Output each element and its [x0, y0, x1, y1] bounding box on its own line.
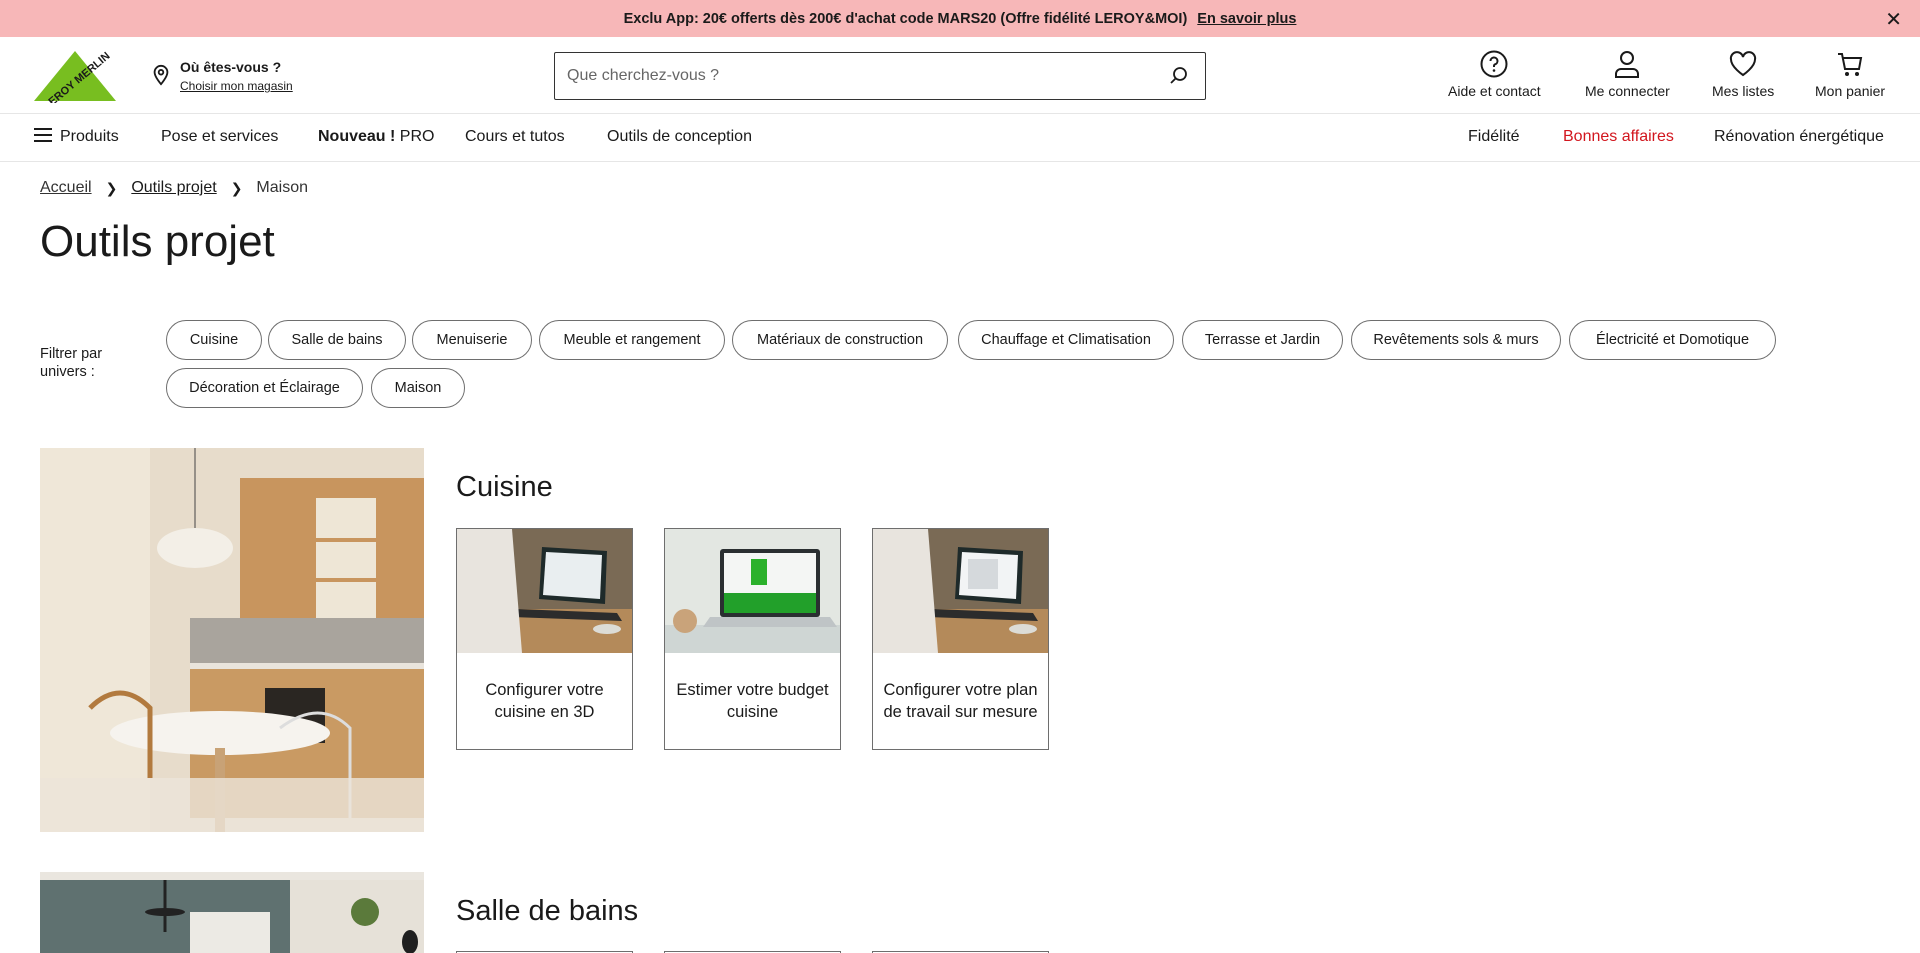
- tool-card-kitchen-3d[interactable]: Configurer votre cuisine en 3D: [456, 528, 633, 750]
- nav-pro-label: PRO: [399, 128, 435, 145]
- tool-card-kitchen-budget[interactable]: Estimer votre budget cuisine: [664, 528, 841, 750]
- filter-chip-chauffage[interactable]: Chauffage et Climatisation: [958, 320, 1174, 360]
- chevron-right-icon: ❯: [230, 179, 243, 196]
- leroy-merlin-logo[interactable]: LEROY MERLIN: [32, 49, 118, 103]
- card-label: Configurer votre cuisine en 3D: [485, 681, 604, 721]
- close-icon[interactable]: ✕: [1885, 7, 1902, 32]
- filter-chip-maison[interactable]: Maison: [371, 368, 465, 408]
- card-label: Estimer votre budget cuisine: [676, 681, 829, 721]
- filter-chip-menuiserie[interactable]: Menuiserie: [412, 320, 532, 360]
- tool-card-worktop[interactable]: Configurer votre plan de travail sur mes…: [872, 528, 1049, 750]
- filter-chip-materiaux[interactable]: Matériaux de construction: [732, 320, 948, 360]
- breadcrumb-current: Maison: [256, 179, 308, 196]
- section-title-salle-de-bains: Salle de bains: [456, 895, 639, 927]
- nav-loyalty[interactable]: Fidélité: [1468, 128, 1520, 146]
- store-selector[interactable]: Où êtes-vous ? Choisir mon magasin: [150, 59, 293, 93]
- help-icon: [1480, 50, 1508, 78]
- user-icon: [1615, 51, 1640, 78]
- bathroom-section-image: [40, 872, 424, 953]
- page-title: Outils projet: [40, 217, 275, 266]
- nav-deals[interactable]: Bonnes affaires: [1563, 128, 1674, 146]
- filter-chip-terrasse-jardin[interactable]: Terrasse et Jardin: [1182, 320, 1343, 360]
- filter-chip-decoration[interactable]: Décoration et Éclairage: [166, 368, 363, 408]
- choose-store-link[interactable]: Choisir mon magasin: [180, 79, 293, 93]
- cart-label: Mon panier: [1815, 83, 1886, 99]
- filter-chip-salle-de-bains[interactable]: Salle de bains: [268, 320, 406, 360]
- search-bar[interactable]: [554, 52, 1206, 100]
- login-label: Me connecter: [1585, 83, 1670, 99]
- cart-button[interactable]: Mon panier: [1815, 49, 1885, 99]
- breadcrumb-home[interactable]: Accueil: [40, 179, 92, 197]
- nav-design-tools[interactable]: Outils de conception: [607, 128, 752, 146]
- kitchen-section-image: [40, 448, 424, 832]
- promo-text: Exclu App: 20€ offerts dès 200€ d'achat …: [623, 10, 1188, 27]
- filter-label: Filtrer par univers :: [40, 346, 103, 380]
- promo-banner: Exclu App: 20€ offerts dès 200€ d'achat …: [0, 0, 1920, 37]
- nav-services[interactable]: Pose et services: [161, 128, 278, 146]
- nav-products-label: Produits: [60, 128, 119, 145]
- filter-chip-revetements[interactable]: Revêtements sols & murs: [1351, 320, 1561, 360]
- section-title-cuisine: Cuisine: [456, 471, 553, 503]
- filter-chip-electricite[interactable]: Électricité et Domotique: [1569, 320, 1776, 360]
- card-image: [665, 529, 840, 653]
- breadcrumb: Accueil ❯ Outils projet ❯ Maison: [40, 179, 308, 197]
- chevron-right-icon: ❯: [105, 179, 118, 196]
- card-image: [873, 529, 1048, 653]
- card-label: Configurer votre plan de travail sur mes…: [883, 681, 1038, 721]
- filter-chip-meuble-rangement[interactable]: Meuble et rangement: [539, 320, 725, 360]
- card-image: [457, 529, 632, 653]
- help-contact-button[interactable]: Aide et contact: [1448, 49, 1541, 99]
- menu-icon: [34, 128, 52, 142]
- search-icon[interactable]: [1169, 66, 1189, 86]
- nav-courses[interactable]: Cours et tutos: [465, 128, 565, 146]
- nav-energy-renovation[interactable]: Rénovation énergétique: [1714, 128, 1884, 146]
- lists-label: Mes listes: [1712, 83, 1775, 99]
- main-navigation: Produits Pose et services Nouveau ! PRO …: [0, 114, 1920, 162]
- filter-chip-cuisine[interactable]: Cuisine: [166, 320, 262, 360]
- site-header: LEROY MERLIN Où êtes-vous ? Choisir mon …: [0, 37, 1920, 114]
- breadcrumb-tools[interactable]: Outils projet: [131, 179, 216, 197]
- help-label: Aide et contact: [1448, 83, 1541, 99]
- location-pin-icon: [153, 64, 169, 86]
- nav-new-pro[interactable]: Nouveau ! PRO: [318, 128, 434, 146]
- login-button[interactable]: Me connecter: [1585, 49, 1670, 99]
- nav-new-label: Nouveau !: [318, 128, 396, 145]
- nav-products[interactable]: Produits: [34, 128, 119, 146]
- store-question: Où êtes-vous ?: [180, 59, 282, 75]
- lists-button[interactable]: Mes listes: [1712, 49, 1774, 99]
- search-input[interactable]: [567, 67, 1169, 85]
- heart-icon: [1730, 51, 1757, 77]
- promo-learn-more-link[interactable]: En savoir plus: [1197, 11, 1296, 27]
- cart-icon: [1838, 53, 1863, 76]
